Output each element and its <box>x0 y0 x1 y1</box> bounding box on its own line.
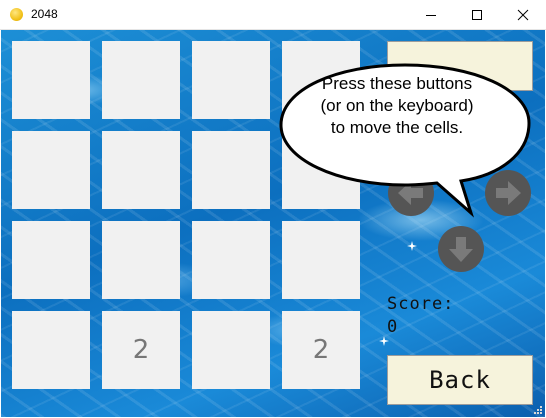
close-button[interactable] <box>500 0 546 30</box>
tile: 2 <box>282 311 360 389</box>
maximize-button[interactable] <box>454 0 500 30</box>
tutorial-line: (or on the keyboard) <box>320 96 474 115</box>
tile <box>102 131 180 209</box>
arrow-down-icon[interactable] <box>437 225 485 273</box>
tutorial-line: to move the cells. <box>330 118 464 137</box>
tile <box>12 131 90 209</box>
sparkle-icon <box>407 241 417 251</box>
resize-grip-icon[interactable] <box>532 404 542 414</box>
tile <box>12 311 90 389</box>
sparkle-icon <box>379 336 389 346</box>
minimize-button[interactable] <box>408 0 454 30</box>
tile: 2 <box>102 311 180 389</box>
back-button[interactable]: Back <box>387 355 533 405</box>
score-value: 0 <box>387 317 398 337</box>
tile <box>102 221 180 299</box>
tile <box>12 221 90 299</box>
maximize-icon <box>472 10 482 20</box>
coin-icon <box>10 8 23 21</box>
tile <box>192 221 270 299</box>
minimize-icon <box>426 15 436 16</box>
tile <box>282 221 360 299</box>
tile <box>102 41 180 119</box>
tile <box>192 131 270 209</box>
tile <box>192 311 270 389</box>
score-label: Score: <box>387 294 455 314</box>
title-bar: 2048 <box>0 0 546 30</box>
game-area: 2 2 Score: 0 Back Press these buttons (o… <box>1 30 545 417</box>
window-title: 2048 <box>31 7 58 21</box>
tile <box>192 41 270 119</box>
close-icon <box>517 9 529 21</box>
tutorial-text: Press these buttons (or on the keyboard)… <box>287 73 507 139</box>
tile <box>12 41 90 119</box>
tutorial-line: Press these buttons <box>321 74 473 93</box>
